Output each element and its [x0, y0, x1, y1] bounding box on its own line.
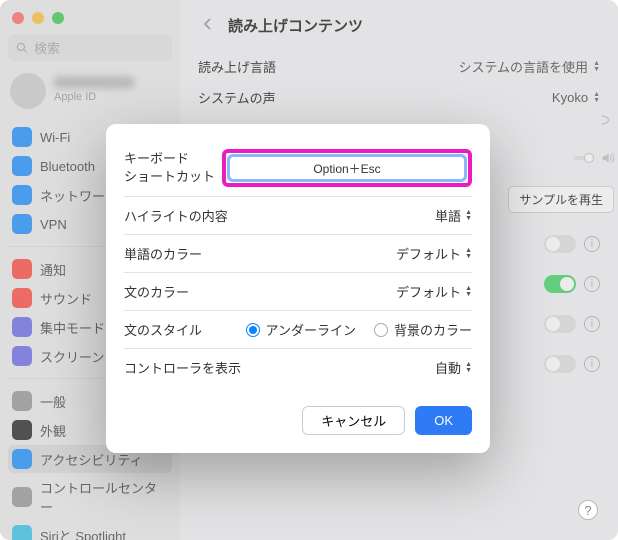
word-color-label: 単語のカラー	[124, 244, 202, 263]
sentence-color-dropdown[interactable]: デフォルト ▲▼	[396, 282, 472, 301]
shortcut-field[interactable]: Option＋Esc	[229, 156, 465, 180]
controller-value: 自動	[435, 358, 461, 377]
options-modal: キーボード ショートカット Option＋Esc ハイライトの内容 単語 ▲▼ …	[106, 124, 490, 453]
shortcut-label: キーボード ショートカット	[124, 150, 215, 185]
updown-icon: ▲▼	[465, 286, 472, 298]
ok-button[interactable]: OK	[415, 406, 472, 435]
controller-label: コントローラを表示	[124, 358, 241, 377]
highlight-dropdown[interactable]: 単語 ▲▼	[435, 206, 472, 225]
help-button[interactable]: ?	[578, 500, 598, 520]
sentence-color-label: 文のカラー	[124, 282, 189, 301]
updown-icon: ▲▼	[465, 362, 472, 374]
updown-icon: ▲▼	[465, 210, 472, 222]
style-underline-label: アンダーライン	[266, 320, 356, 339]
updown-icon: ▲▼	[465, 248, 472, 260]
word-color-value: デフォルト	[396, 244, 461, 263]
cancel-button[interactable]: キャンセル	[302, 406, 405, 435]
controller-dropdown[interactable]: 自動 ▲▼	[435, 358, 472, 377]
highlight-value: 単語	[435, 206, 461, 225]
highlight-label: ハイライトの内容	[124, 206, 228, 225]
highlight-ring: Option＋Esc	[222, 149, 472, 187]
radio-unselected-icon	[374, 323, 388, 337]
radio-selected-icon	[246, 323, 260, 337]
style-bgcolor-radio[interactable]: 背景のカラー	[374, 320, 472, 339]
style-bgcolor-label: 背景のカラー	[394, 320, 472, 339]
style-underline-radio[interactable]: アンダーライン	[246, 320, 356, 339]
sentence-style-label: 文のスタイル	[124, 320, 202, 339]
sentence-color-value: デフォルト	[396, 282, 461, 301]
word-color-dropdown[interactable]: デフォルト ▲▼	[396, 244, 472, 263]
